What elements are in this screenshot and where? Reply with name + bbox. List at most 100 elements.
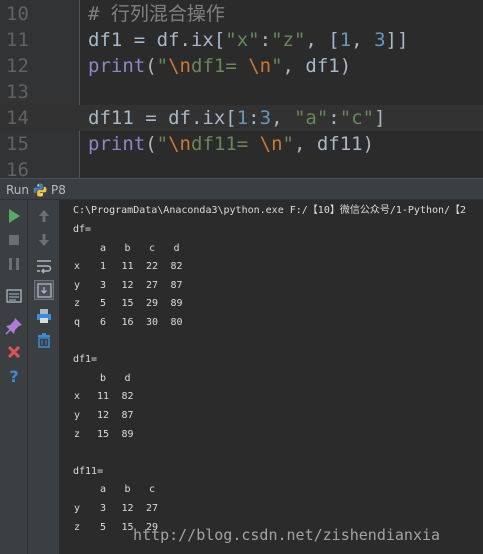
line-number: 10 <box>6 3 29 25</box>
dataframe-column-header: b <box>124 484 131 496</box>
code-token: "x" <box>225 29 260 51</box>
pause-icon <box>9 258 19 270</box>
code-text[interactable]: df1 = df.ix["x":"z", [1, 3]] <box>88 27 408 53</box>
dataframe-cell: 5 <box>99 298 107 310</box>
down-arrow-icon <box>39 234 49 246</box>
dataframe-cell: 89 <box>170 298 183 310</box>
dataframe-cell: 3 <box>99 279 107 291</box>
code-token: " <box>282 133 294 155</box>
dataframe-cell: 12 <box>121 503 134 514</box>
code-text[interactable]: print("\ndf1= \n", df1) <box>88 53 351 79</box>
dataframe-cell: 82 <box>170 261 183 273</box>
dataframe-cell: 11 <box>96 391 110 403</box>
dump-threads-button[interactable] <box>4 286 24 306</box>
code-token: ]] <box>385 29 409 51</box>
dump-threads-icon <box>6 289 22 303</box>
dataframe-cell: 80 <box>170 317 183 328</box>
dataframe-column-header: d <box>173 242 180 254</box>
console-dataframe-title: df11= <box>73 465 104 477</box>
dataframe-cell: 82 <box>121 391 134 403</box>
dataframe-cell: 5 <box>99 521 107 533</box>
code-token: "z" <box>271 29 306 51</box>
python-icon <box>32 182 48 198</box>
dataframe-row-index: y <box>73 503 81 514</box>
console-dataframe-title: df= <box>73 224 92 235</box>
console-dataframe-title: df1= <box>73 354 98 366</box>
code-editor[interactable]: 10 # 行列混合操作 11 df1 = df.ix["x":"z", [1, 3]]… <box>0 0 483 178</box>
run-tab-label[interactable]: Run <box>6 179 29 201</box>
close-icon <box>7 345 21 359</box>
code-token: " <box>271 55 283 77</box>
line-number: 14 <box>6 107 29 129</box>
code-token: : <box>328 107 340 129</box>
code-line[interactable]: 15 print("\ndf11= \n", df11) <box>0 131 483 157</box>
line-number: 15 <box>6 133 29 155</box>
dataframe-row-index: q <box>73 317 81 328</box>
code-token: # 行列混合操作 <box>88 3 225 25</box>
code-line[interactable]: 10 # 行列混合操作 <box>0 1 483 27</box>
rerun-button[interactable] <box>4 206 24 226</box>
code-token: \n <box>259 133 283 155</box>
help-button[interactable]: ? <box>4 366 24 386</box>
stop-button[interactable] <box>4 230 24 250</box>
dataframe-row-index: z <box>73 428 81 440</box>
code-token: 3 <box>374 29 386 51</box>
previous-occurrence-button[interactable] <box>34 206 54 226</box>
code-text[interactable]: print("\ndf11= \n", df11) <box>88 131 374 157</box>
code-token: 1 <box>236 107 249 129</box>
code-token: : <box>248 107 260 129</box>
dataframe-column-header: c <box>148 242 156 254</box>
dataframe-column-header: a <box>99 242 107 254</box>
code-line[interactable]: 13 <box>0 79 483 105</box>
run-icon <box>9 209 20 223</box>
code-text[interactable]: df11 = df.ix[1:3, "a":"c"] <box>88 105 386 131</box>
scroll-to-end-toggle[interactable] <box>34 280 54 300</box>
soft-wrap-button[interactable] <box>34 256 54 276</box>
code-line[interactable]: 14 df11 = df.ix[1:3, "a":"c"] <box>0 105 483 131</box>
watermark: http://blog.csdn.net/zishendianxia <box>133 526 441 544</box>
code-token: , df1) <box>282 55 352 77</box>
code-token: " <box>156 133 169 155</box>
code-token: 3 <box>259 107 272 129</box>
dataframe-cell: 87 <box>121 410 134 421</box>
dataframe-cell: 87 <box>170 279 183 291</box>
dataframe-column-header: a <box>99 484 107 496</box>
code-token: df1= <box>191 55 249 77</box>
print-button[interactable] <box>34 306 54 326</box>
dataframe-row-index: x <box>73 261 81 273</box>
console-output[interactable]: C:\ProgramData\Anaconda3\python.exe F:/【… <box>61 200 483 554</box>
code-line[interactable]: 11 df1 = df.ix["x":"z", [1, 3]] <box>0 27 483 53</box>
close-button[interactable] <box>4 342 24 362</box>
run-toolbar-primary: ? <box>0 200 28 554</box>
dataframe-cell: 1 <box>99 261 107 273</box>
code-token: , df11) <box>293 133 375 155</box>
code-token: \n <box>248 55 272 77</box>
code-token: ] <box>374 107 386 129</box>
pin-tab-button[interactable] <box>4 316 24 336</box>
dataframe-row-index: x <box>73 391 81 403</box>
code-line[interactable]: 12 print("\ndf1= \n", df1) <box>0 53 483 79</box>
pause-button[interactable] <box>4 254 24 274</box>
code-token: print <box>88 133 146 155</box>
next-occurrence-button[interactable] <box>34 230 54 250</box>
code-token: df1 = df.ix[ <box>88 29 226 51</box>
dataframe-row-index: y <box>73 410 81 421</box>
dataframe-row-index: z <box>73 298 81 310</box>
clear-all-button[interactable] <box>34 330 54 350</box>
code-token: : <box>259 29 272 51</box>
code-token: "a" <box>293 107 329 129</box>
dataframe-column-header: d <box>124 372 131 384</box>
code-text[interactable]: # 行列混合操作 <box>88 1 225 27</box>
dataframe-cell: 16 <box>121 317 134 328</box>
dataframe-cell: 29 <box>145 298 159 310</box>
code-line[interactable]: 16 <box>0 157 483 178</box>
dataframe-row-index: y <box>73 279 81 291</box>
code-token: df11 = df.ix[ <box>88 107 237 129</box>
run-configuration-name[interactable]: P8 <box>51 179 66 201</box>
help-icon: ? <box>9 367 18 386</box>
dataframe-cell: 22 <box>145 261 159 273</box>
code-token: , [ <box>305 29 340 51</box>
svg-text:?: ? <box>9 367 18 386</box>
dataframe-cell: 27 <box>145 279 159 291</box>
code-token: , <box>351 29 375 51</box>
